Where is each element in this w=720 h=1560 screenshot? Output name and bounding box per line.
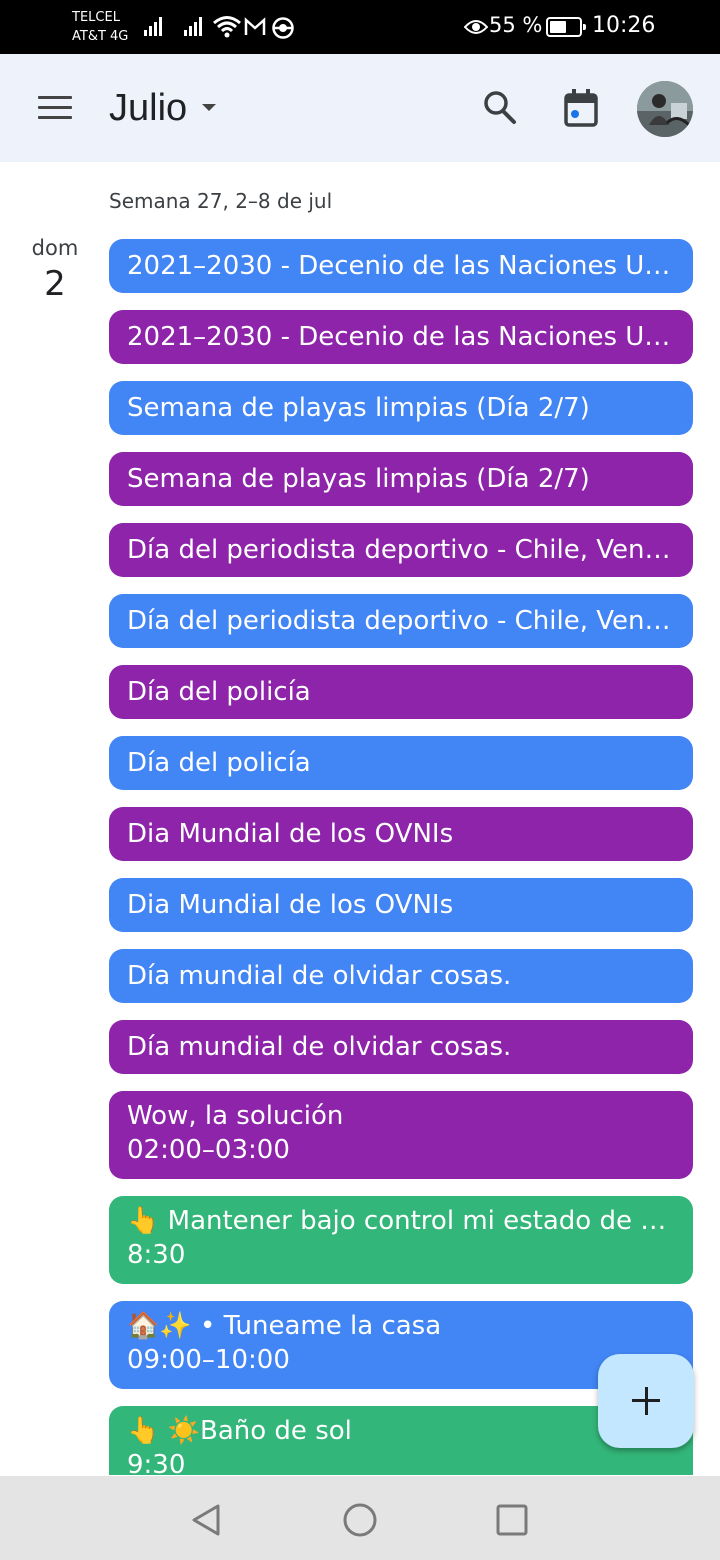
event-chip[interactable]: Día del policía xyxy=(109,665,693,719)
event-title: 2021–2030 - Decenio de las Naciones Unid… xyxy=(127,322,677,352)
carrier-network: AT&T 4G xyxy=(72,29,129,44)
back-icon[interactable] xyxy=(186,1500,226,1540)
month-selector[interactable]: Julio xyxy=(109,87,187,130)
event-title: Día del periodista deportivo - Chile, Ve… xyxy=(127,606,677,636)
event-title: Semana de playas limpias (Día 2/7) xyxy=(127,464,590,494)
signal-icon xyxy=(144,16,166,36)
chevron-down-icon[interactable] xyxy=(202,104,216,111)
event-title: Día mundial de olvidar cosas. xyxy=(127,1032,512,1062)
event-chip[interactable]: Día mundial de olvidar cosas. xyxy=(109,949,693,1003)
event-time: 09:00–10:00 xyxy=(127,1345,290,1375)
home-icon[interactable] xyxy=(340,1500,380,1540)
event-chip[interactable]: 👆 Mantener bajo control mi estado de áni… xyxy=(109,1196,693,1284)
recents-icon[interactable] xyxy=(492,1500,532,1540)
event-chip[interactable]: Semana de playas limpias (Día 2/7) xyxy=(109,452,693,506)
signal-icon-2 xyxy=(184,16,206,36)
week-label: Semana 27, 2–8 de jul xyxy=(109,189,333,213)
search-icon[interactable] xyxy=(483,90,517,126)
event-chip[interactable]: Wow, la solución 02:00–03:00 xyxy=(109,1091,693,1179)
event-title: Día del policía xyxy=(127,748,311,778)
event-chip[interactable]: 2021–2030 - Decenio de las Naciones Unid… xyxy=(109,310,693,364)
event-chip[interactable]: Día del periodista deportivo - Chile, Ve… xyxy=(109,594,693,648)
event-chip[interactable]: Dia Mundial de los OVNIs xyxy=(109,878,693,932)
menu-icon[interactable] xyxy=(38,96,72,120)
day-number[interactable]: 2 xyxy=(0,264,110,304)
status-bar: TELCEL AT&T 4G 55 % 10:26 xyxy=(0,0,720,54)
event-time: 9:30 xyxy=(127,1450,186,1475)
gmail-icon xyxy=(244,17,266,35)
event-title: 👆 Mantener bajo control mi estado de áni… xyxy=(127,1206,677,1236)
system-nav-bar xyxy=(0,1476,720,1560)
event-chip[interactable]: Día del periodista deportivo - Chile, Ve… xyxy=(109,523,693,577)
event-chip[interactable]: 2021–2030 - Decenio de las Naciones Unid… xyxy=(109,239,693,293)
event-chip[interactable]: Día del policía xyxy=(109,736,693,790)
eye-comfort-icon xyxy=(464,20,488,34)
event-title: Día del periodista deportivo - Chile, Ve… xyxy=(127,535,677,565)
calendar-today-icon[interactable] xyxy=(563,88,599,128)
event-title: Día del policía xyxy=(127,677,311,707)
clock: 10:26 xyxy=(592,13,656,38)
event-title: 🏠✨ • Tuneame la casa xyxy=(127,1311,442,1341)
carrier-info: TELCEL AT&T 4G xyxy=(72,8,128,46)
wifi-icon xyxy=(213,16,241,38)
event-title: 👆 ☀️Baño de sol xyxy=(127,1416,352,1446)
avatar[interactable] xyxy=(637,81,693,137)
sync-icon xyxy=(272,17,294,39)
event-title: Dia Mundial de los OVNIs xyxy=(127,819,454,849)
event-title: Wow, la solución xyxy=(127,1101,344,1131)
battery-icon xyxy=(546,17,586,37)
event-title: Semana de playas limpias (Día 2/7) xyxy=(127,393,590,423)
event-chip[interactable]: Dia Mundial de los OVNIs xyxy=(109,807,693,861)
carrier-name: TELCEL xyxy=(72,10,120,25)
event-title: Día mundial de olvidar cosas. xyxy=(127,961,512,991)
battery-percent: 55 % xyxy=(489,13,543,37)
event-time: 8:30 xyxy=(127,1240,186,1270)
create-event-button[interactable] xyxy=(598,1354,694,1448)
event-title: 2021–2030 - Decenio de las Naciones Unid… xyxy=(127,251,677,281)
event-chip[interactable]: Semana de playas limpias (Día 2/7) xyxy=(109,381,693,435)
event-chip[interactable]: Día mundial de olvidar cosas. xyxy=(109,1020,693,1074)
event-time: 02:00–03:00 xyxy=(127,1135,290,1165)
event-title: Dia Mundial de los OVNIs xyxy=(127,890,454,920)
event-list: 2021–2030 - Decenio de las Naciones Unid… xyxy=(109,239,693,1475)
day-name[interactable]: dom xyxy=(0,236,110,260)
app-bar: Julio xyxy=(0,54,720,162)
